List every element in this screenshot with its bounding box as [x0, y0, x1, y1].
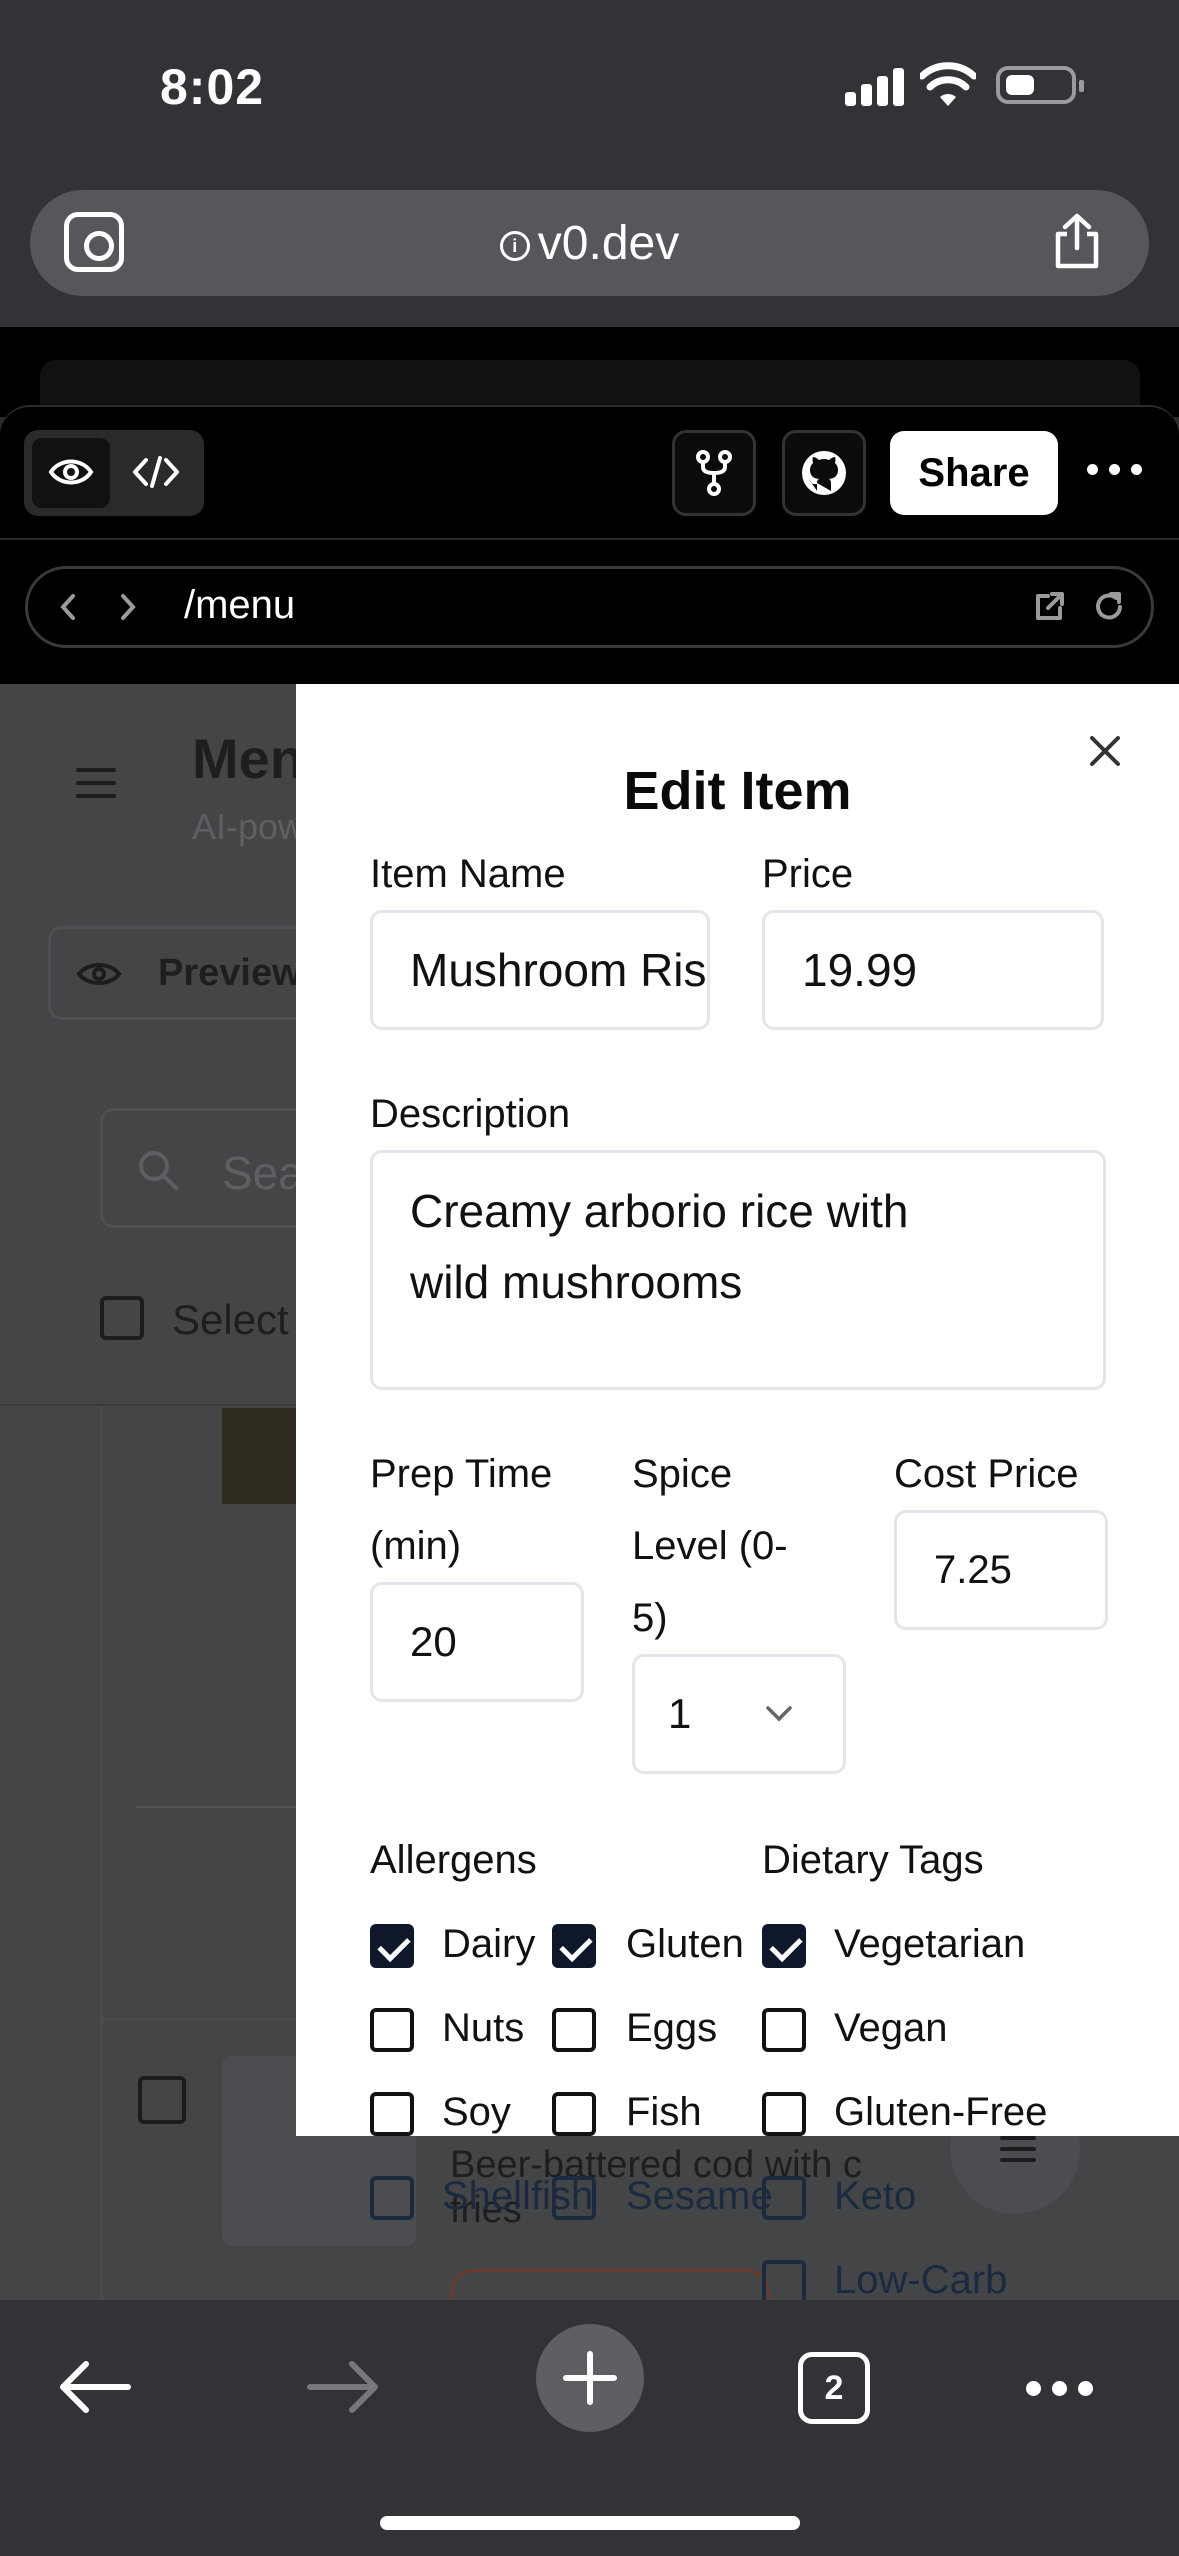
cellular-signal-icon — [845, 66, 905, 106]
battery-icon — [996, 66, 1084, 104]
refresh-icon[interactable] — [1092, 590, 1126, 624]
spice-level-select[interactable] — [632, 1654, 846, 1774]
description-label: Description — [370, 1092, 571, 1136]
menu-icon — [1000, 2136, 1036, 2162]
allergen-label-sesame: Sesame — [626, 2174, 773, 2218]
description-line2: wild mushrooms — [410, 1256, 743, 1308]
card-border — [100, 1406, 103, 2300]
spice-level-label-line3: 5) — [632, 1596, 668, 1640]
allergen-label-eggs: Eggs — [626, 2006, 718, 2050]
plus-icon — [563, 2351, 617, 2405]
status-time: 8:02 — [160, 59, 265, 115]
dietary-label-low-carb: Low-Carb — [834, 2258, 1008, 2300]
url-text: v0.dev — [537, 217, 680, 270]
open-external-icon[interactable] — [1034, 590, 1066, 622]
info-icon: i — [499, 231, 530, 262]
price-label: Price — [762, 852, 854, 896]
search-placeholder: Sea — [222, 1147, 304, 1199]
dietary-checkbox-keto[interactable] — [762, 2176, 806, 2220]
hamburger-icon — [76, 768, 116, 798]
chevron-down-icon — [766, 1706, 792, 1722]
dietary-label-gluten-free: Gluten-Free — [834, 2090, 1048, 2134]
route-path[interactable]: /menu — [184, 583, 295, 628]
allergen-label-gluten: Gluten — [626, 1922, 744, 1966]
back-arrow-icon[interactable] — [58, 2360, 132, 2414]
allergen-label-soy: Soy — [442, 2090, 511, 2134]
dialog-title: Edit Item — [623, 761, 852, 821]
spice-level-value: 1 — [668, 1690, 692, 1737]
cost-price-label: Cost Price — [894, 1452, 1079, 1496]
allergen-checkbox-shellfish[interactable] — [370, 2176, 414, 2220]
prep-time-label-line2: (min) — [370, 1524, 462, 1568]
forward-arrow-icon[interactable] — [306, 2360, 380, 2414]
eye-icon — [76, 963, 122, 985]
more-options-icon[interactable] — [1085, 460, 1145, 480]
allergen-checkbox-soy[interactable] — [370, 2092, 414, 2136]
dietary-checkbox-low-carb[interactable] — [762, 2260, 806, 2300]
address-bar-url[interactable]: i v0.dev — [0, 216, 1179, 271]
dietary-checkbox-vegetarian[interactable] — [762, 1924, 806, 1968]
allergen-checkbox-sesame[interactable] — [552, 2176, 596, 2220]
edit-item-dialog: Edit Item Item Name Mushroom Risotto Pri… — [296, 684, 1179, 2136]
tab-count-button[interactable]: 2 — [798, 2352, 870, 2424]
home-indicator — [380, 2516, 800, 2530]
allergen-checkbox-fish[interactable] — [552, 2092, 596, 2136]
code-icon[interactable] — [132, 452, 180, 492]
share-icon[interactable] — [1052, 212, 1102, 270]
github-icon — [802, 451, 846, 495]
item-image — [222, 1408, 302, 1504]
search-icon — [139, 1151, 178, 1190]
cost-price-input[interactable]: 7.25 — [894, 1510, 1108, 1630]
toolbar-divider — [0, 538, 1179, 540]
dietary-tags-label: Dietary Tags — [762, 1838, 984, 1882]
share-button[interactable]: Share — [890, 431, 1058, 515]
prep-time-label-line1: Prep Time — [370, 1452, 553, 1496]
allergen-checkbox-gluten[interactable] — [552, 1924, 596, 1968]
spice-level-label-line1: Spice — [632, 1452, 733, 1496]
hidden-header-edge — [40, 360, 1140, 410]
dietary-checkbox-vegan[interactable] — [762, 2008, 806, 2052]
dietary-label-vegan: Vegan — [834, 2006, 948, 2050]
git-fork-icon — [696, 450, 732, 496]
allergen-label-nuts: Nuts — [442, 2006, 525, 2050]
forward-chevron-icon[interactable] — [118, 592, 138, 622]
allergen-label-dairy: Dairy — [442, 1922, 536, 1966]
dietary-checkbox-gluten-free[interactable] — [762, 2092, 806, 2136]
eye-icon — [48, 459, 94, 485]
allergen-checkbox-nuts[interactable] — [370, 2008, 414, 2052]
wifi-icon — [920, 62, 976, 106]
spice-level-label-line2: Level (0- — [632, 1524, 788, 1568]
page-subtitle: AI-pow — [192, 806, 305, 847]
allergens-label: Allergens — [370, 1838, 537, 1882]
price-input[interactable]: 19.99 — [762, 910, 1104, 1030]
more-icon[interactable] — [1024, 2378, 1096, 2400]
page-title: Men — [192, 727, 304, 790]
back-chevron-icon[interactable] — [58, 592, 78, 622]
description-line1: Creamy arborio rice with — [410, 1185, 909, 1237]
select-all-label: Select — [172, 1296, 289, 1343]
item-checkbox — [138, 2076, 186, 2124]
prep-time-input[interactable]: 20 — [370, 1582, 584, 1702]
allergen-badge — [450, 2269, 770, 2300]
item-name-input[interactable]: Mushroom Risotto — [370, 910, 710, 1030]
allergen-checkbox-eggs[interactable] — [552, 2008, 596, 2052]
item-name-label: Item Name — [370, 852, 566, 896]
allergen-label-fish: Fish — [626, 2090, 702, 2134]
allergen-checkbox-dairy[interactable] — [370, 1924, 414, 1968]
dietary-label-vegetarian: Vegetarian — [834, 1922, 1026, 1966]
dietary-label-keto: Keto — [834, 2174, 917, 2218]
preview-label: Preview — [158, 952, 302, 994]
select-all-checkbox — [100, 1296, 144, 1340]
